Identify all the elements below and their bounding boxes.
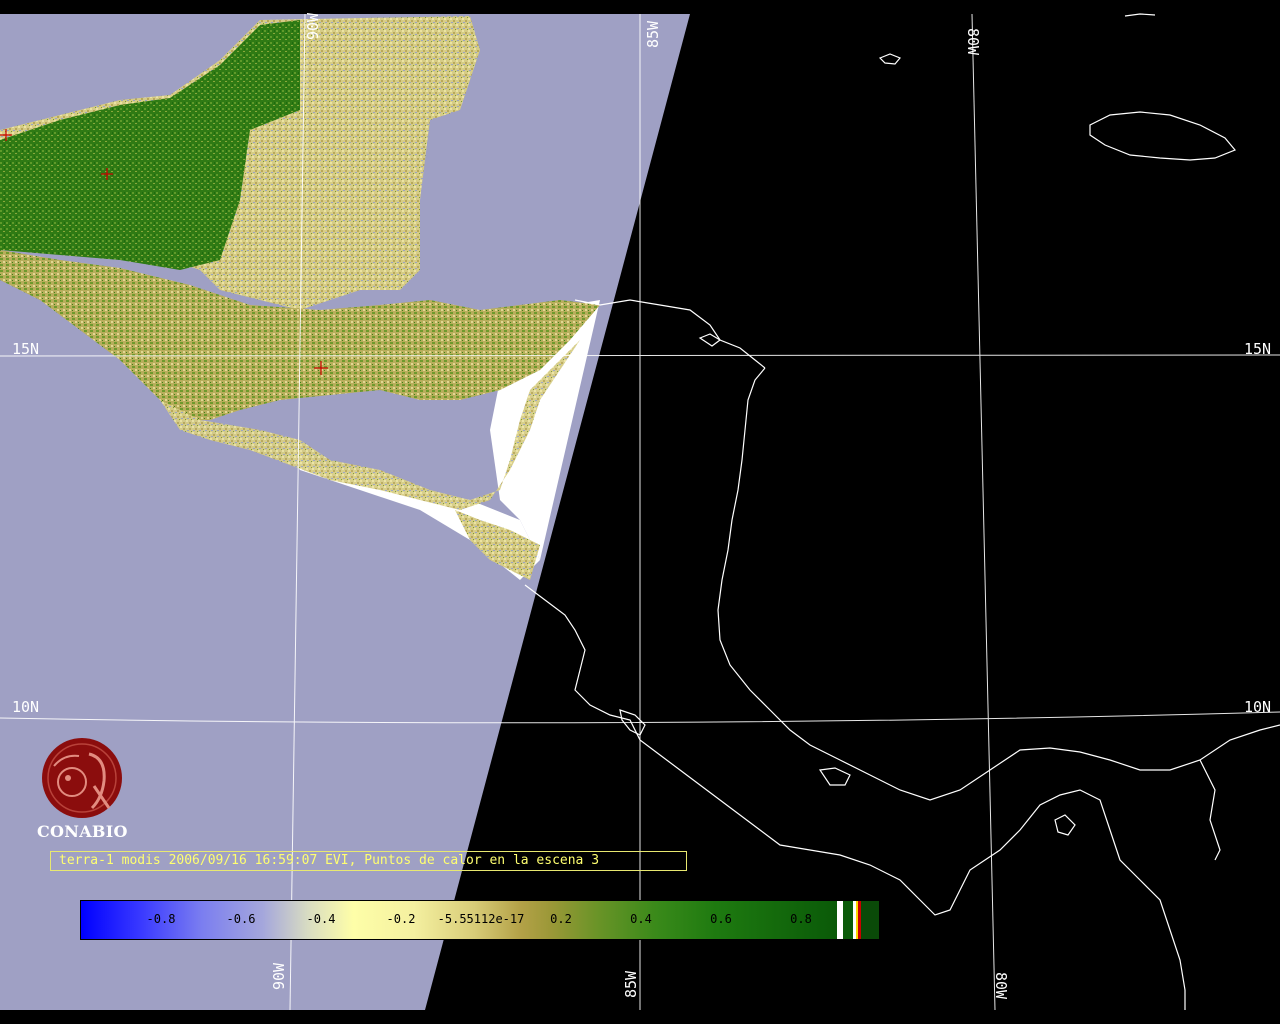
label-85w-top: 85W bbox=[644, 20, 662, 48]
coast-panama-inlet bbox=[1199, 759, 1221, 861]
label-80w-bottom: 80W bbox=[992, 972, 1010, 1000]
label-90w-top: 90W bbox=[304, 12, 322, 40]
label-85w-bottom: 85W bbox=[622, 970, 640, 998]
coast-lake bbox=[818, 767, 851, 786]
scene-caption: terra-1 modis 2006/09/16 16:59:07 EVI, P… bbox=[50, 851, 687, 871]
colorbar-label: 0.6 bbox=[710, 912, 732, 926]
colorbar-label: 0.8 bbox=[790, 912, 812, 926]
label-90w-bottom: 90W bbox=[270, 962, 288, 990]
colorbar-tail-green bbox=[843, 901, 853, 939]
label-10n-left: 10N bbox=[12, 698, 39, 716]
label-10n-right: 10N bbox=[1244, 698, 1271, 716]
colorbar-label: -5.55112e-17 bbox=[437, 912, 525, 926]
label-15n-left: 15N bbox=[12, 340, 39, 358]
colorbar-label: -0.2 bbox=[386, 912, 416, 926]
conabio-logo-text: CONABIO bbox=[37, 822, 128, 841]
evi-colorbar: -0.8 -0.6 -0.4 -0.2 -5.55112e-17 0.2 0.4… bbox=[80, 900, 880, 940]
coast-jamaica bbox=[1089, 111, 1236, 161]
colorbar-label: -0.4 bbox=[306, 912, 336, 926]
coast-island-small bbox=[878, 53, 901, 65]
coast-pacific bbox=[524, 584, 1186, 1010]
label-80w-top: 80W bbox=[964, 28, 982, 56]
colorbar-label: 0.2 bbox=[550, 912, 572, 926]
colorbar-label: -0.6 bbox=[226, 912, 256, 926]
colorbar-tail-dark bbox=[861, 901, 879, 939]
coast-cuba-fragment bbox=[1124, 13, 1156, 17]
coast-mosquitia bbox=[717, 367, 1280, 801]
label-15n-right: 15N bbox=[1244, 340, 1271, 358]
coast-pearl-islands bbox=[1054, 814, 1076, 836]
colorbar-label: -0.8 bbox=[146, 912, 176, 926]
colorbar-label: 0.4 bbox=[630, 912, 652, 926]
